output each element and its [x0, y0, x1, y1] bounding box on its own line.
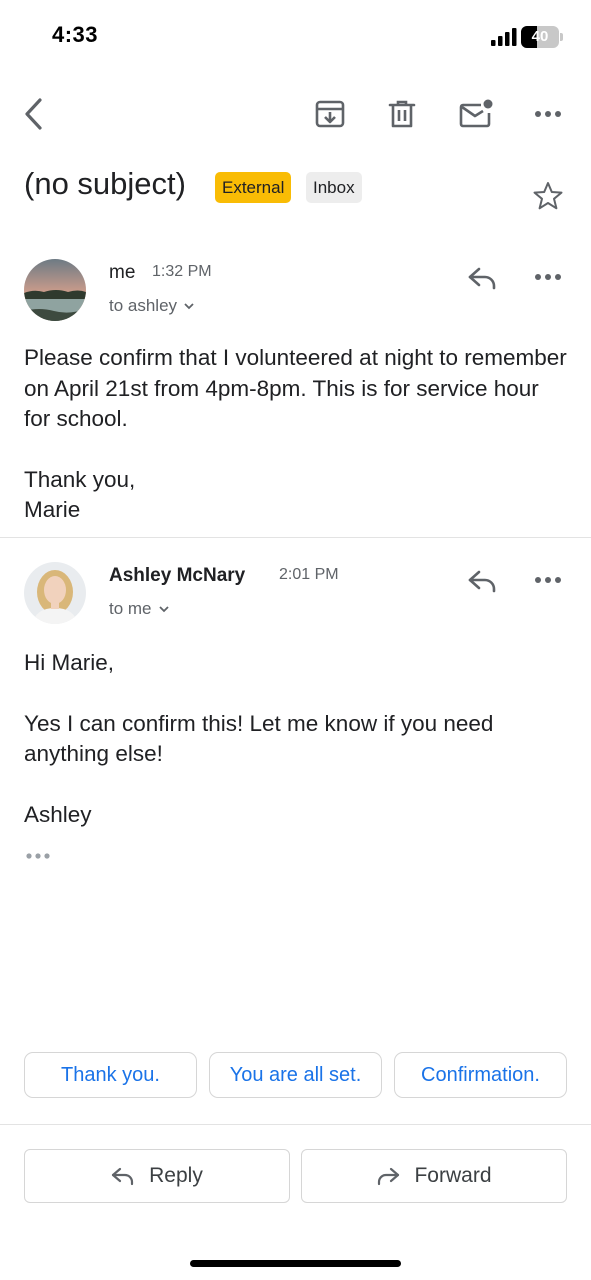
reply-icon-button[interactable] — [462, 258, 502, 298]
back-button[interactable] — [14, 94, 54, 134]
reply-icon — [468, 570, 496, 593]
landscape-photo-icon — [24, 259, 86, 321]
message-more-button[interactable] — [528, 257, 568, 297]
message-divider — [0, 537, 591, 538]
more-horizontal-icon — [535, 274, 561, 280]
delete-button[interactable] — [382, 94, 422, 134]
actions-divider — [0, 1124, 591, 1125]
forward-icon — [378, 1167, 400, 1186]
body-signoff: Thank you, — [24, 466, 136, 492]
avatar-ashley[interactable] — [24, 562, 86, 624]
archive-button[interactable] — [310, 94, 350, 134]
message-more-button[interactable] — [528, 560, 568, 600]
message-body: Please confirm that I volunteered at nig… — [24, 343, 569, 526]
avatar-me[interactable] — [24, 259, 86, 321]
sender-name: Ashley McNary — [109, 565, 246, 586]
body-paragraph: Please confirm that I volunteered at nig… — [24, 345, 567, 431]
battery-level: 40 — [531, 28, 549, 45]
more-horizontal-icon — [535, 111, 561, 117]
battery-indicator: 40 — [521, 26, 565, 48]
reply-icon-button[interactable] — [462, 561, 502, 601]
more-options-button[interactable] — [528, 94, 568, 134]
recipient-toggle[interactable]: to ashley — [109, 296, 195, 316]
forward-button[interactable]: Forward — [301, 1149, 567, 1203]
smart-reply-confirmation[interactable]: Confirmation. — [394, 1052, 567, 1098]
trash-icon — [388, 100, 416, 128]
recipient-text: to ashley — [109, 296, 178, 315]
show-trimmed-content-button[interactable] — [24, 846, 52, 871]
profile-photo-icon — [24, 562, 86, 624]
email-subject: (no subject) — [24, 166, 186, 201]
recipient-toggle[interactable]: to me — [109, 599, 170, 619]
forward-label: Forward — [414, 1164, 492, 1187]
smart-reply-thank-you[interactable]: Thank you. — [24, 1052, 197, 1098]
more-horizontal-icon — [535, 577, 561, 583]
message-time: 2:01 PM — [279, 566, 339, 583]
reply-icon — [468, 267, 496, 290]
recipient-text: to me — [109, 599, 152, 618]
chevron-down-icon — [184, 303, 194, 310]
mail-unread-icon — [459, 99, 493, 128]
mark-unread-button[interactable] — [456, 94, 496, 134]
chevron-down-icon — [158, 606, 169, 613]
body-paragraph: Yes I can confirm this! Let me know if y… — [24, 710, 494, 767]
chevron-left-icon — [25, 98, 42, 130]
message-time: 1:32 PM — [152, 263, 212, 280]
status-time: 4:33 — [52, 22, 99, 47]
signal-icon — [491, 28, 517, 46]
label-external: External — [215, 172, 292, 203]
smart-reply-all-set[interactable]: You are all set. — [209, 1052, 382, 1098]
label-inbox[interactable]: Inbox — [306, 172, 362, 203]
body-signature: Ashley — [24, 801, 92, 827]
reply-button[interactable]: Reply — [24, 1149, 290, 1203]
body-greeting: Hi Marie, — [24, 650, 115, 675]
message-body: Hi Marie, Yes I can confirm this! Let me… — [24, 648, 569, 830]
star-button[interactable] — [528, 176, 568, 216]
star-outline-icon — [533, 182, 563, 210]
reply-label: Reply — [149, 1164, 203, 1187]
body-signature: Marie — [24, 497, 81, 522]
reply-icon — [112, 1167, 134, 1186]
sender-name: me — [109, 262, 136, 283]
ellipsis-icon — [26, 853, 50, 859]
home-indicator[interactable] — [190, 1260, 401, 1267]
archive-icon — [315, 100, 345, 128]
